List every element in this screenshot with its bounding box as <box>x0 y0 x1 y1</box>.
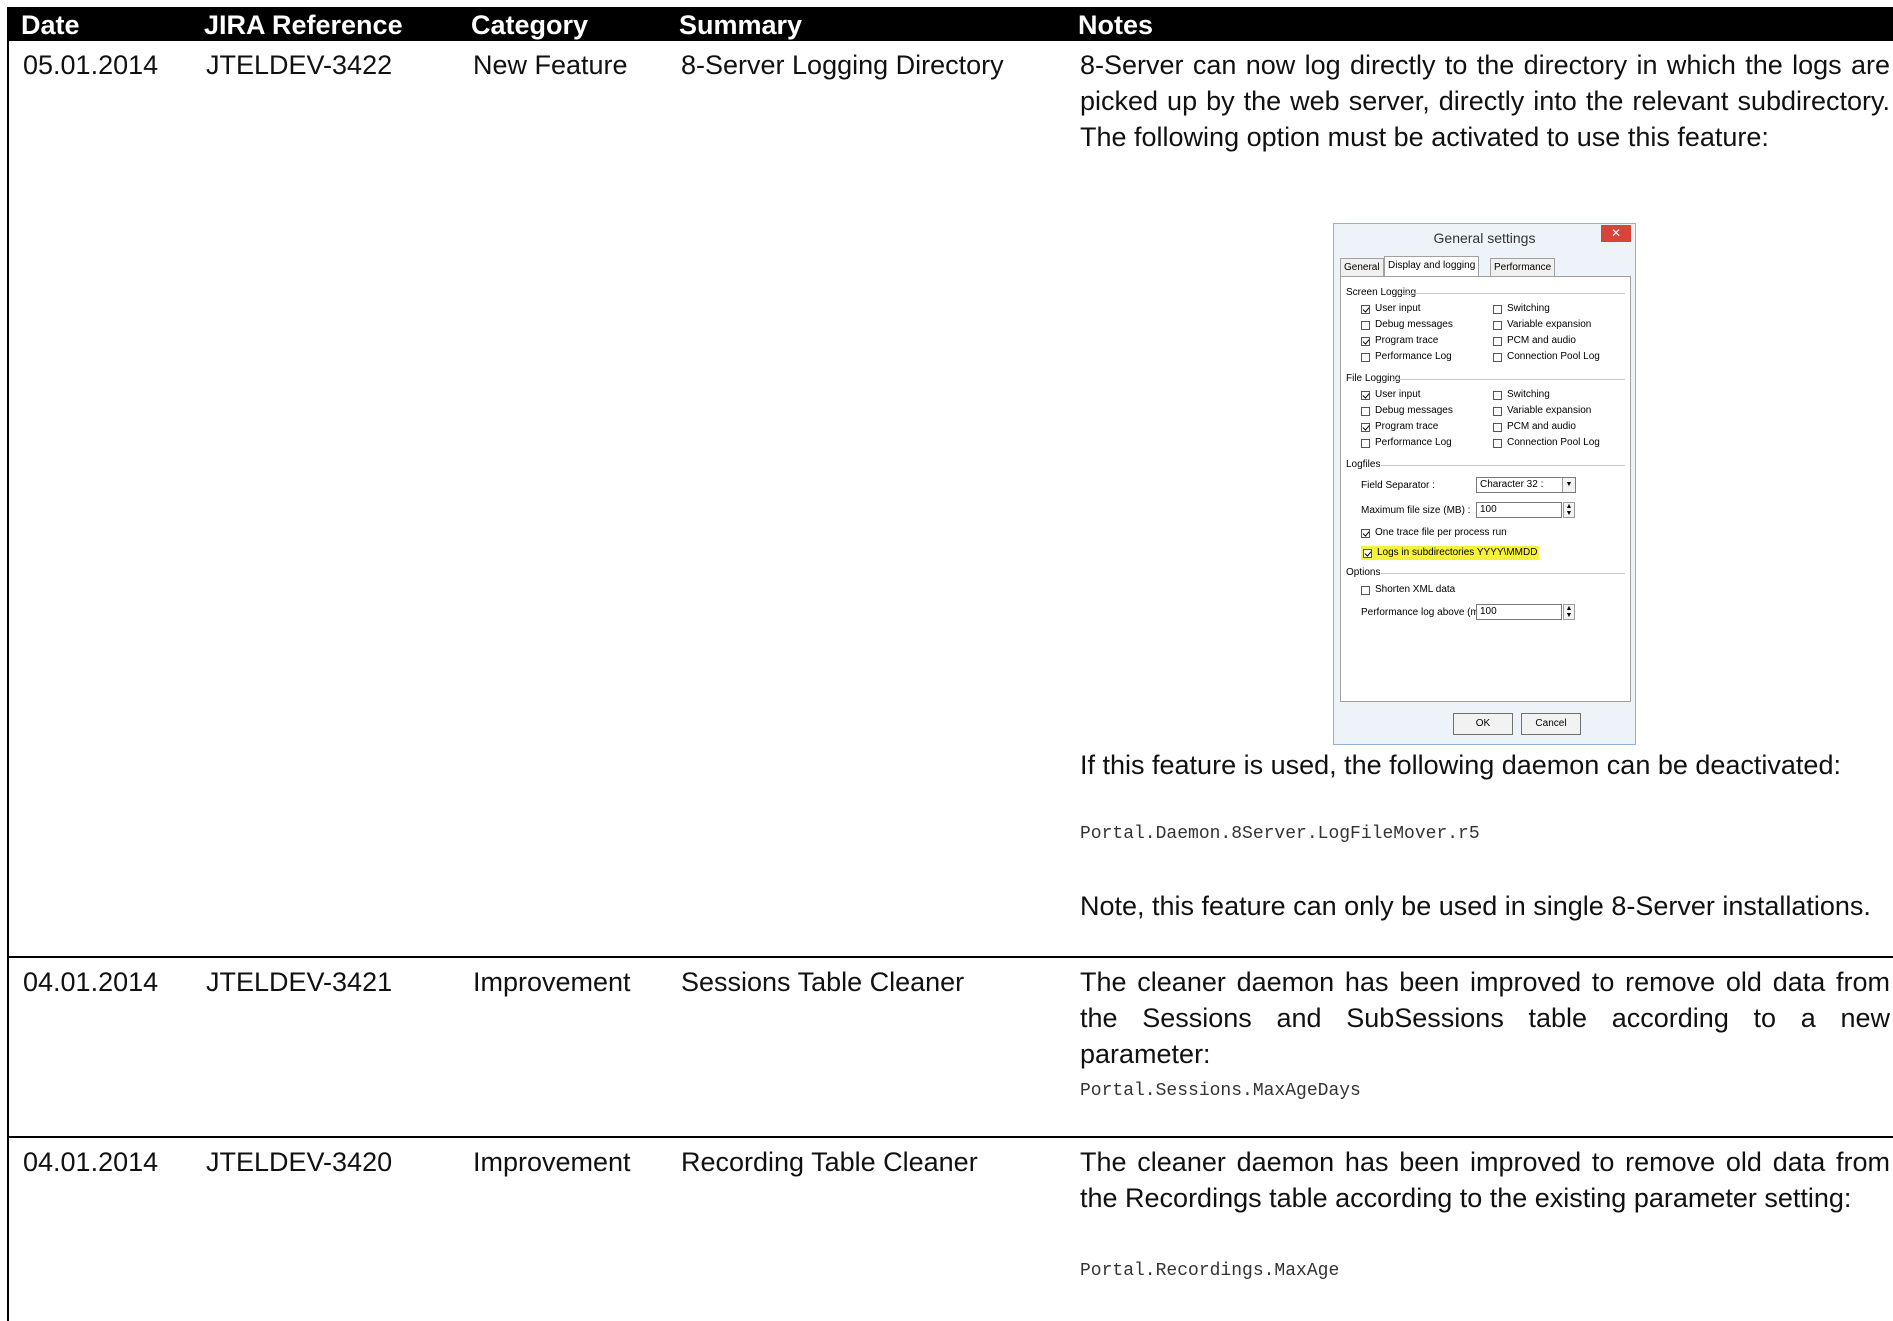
checkbox-checked-icon <box>1361 528 1370 538</box>
checkbox-empty-icon <box>1493 336 1502 346</box>
row-category: Improvement <box>473 1147 631 1177</box>
checkbox-shorten-xml: Shorten XML data <box>1361 584 1455 596</box>
field-separator-select: Character 32 : ▼ <box>1476 477 1576 493</box>
row-category: Improvement <box>473 967 631 997</box>
checkbox-screen-performance-log: Performance Log <box>1361 351 1452 363</box>
header-category: Category <box>471 10 589 40</box>
table-row: 04.01.2014 JTELDEV-3420 Improvement Reco… <box>7 1136 1893 1321</box>
notes-final: Note, this feature can only be used in s… <box>1080 891 1871 921</box>
table-row: 04.01.2014 JTELDEV-3421 Improvement Sess… <box>7 956 1893 1136</box>
checkbox-screen-program-trace: Program trace <box>1361 335 1438 347</box>
checkbox-checked-icon <box>1361 422 1370 432</box>
row-notes: The cleaner daemon has been improved to … <box>1080 964 1890 1072</box>
table-header: Date JIRA Reference Category Summary Not… <box>7 7 1893 41</box>
checkbox-screen-variable-expansion: Variable expansion <box>1493 319 1591 331</box>
notes-code: Portal.Daemon.8Server.LogFileMover.r5 <box>1080 824 1480 844</box>
spinner-icon: ▲ ▼ <box>1563 502 1575 518</box>
perf-log-above-label: Performance log above (ms) : <box>1361 607 1493 618</box>
header-jira-reference: JIRA Reference <box>204 10 403 40</box>
checkbox-empty-icon <box>1361 585 1370 595</box>
cancel-button: Cancel <box>1521 713 1581 735</box>
row-notes: 8-Server can now log directly to the dir… <box>1080 47 1890 155</box>
notes-code: Portal.Sessions.MaxAgeDays <box>1080 1081 1361 1101</box>
row-jira-reference: JTELDEV-3422 <box>206 50 393 80</box>
field-separator-label: Field Separator : <box>1361 480 1435 491</box>
row-summary: 8-Server Logging Directory <box>681 50 1004 80</box>
checkbox-checked-icon <box>1361 336 1370 346</box>
row-date: 04.01.2014 <box>23 1147 159 1177</box>
group-divider <box>1401 293 1625 294</box>
group-label-options: Options <box>1346 567 1381 578</box>
header-notes: Notes <box>1078 10 1154 40</box>
checkbox-empty-icon <box>1493 304 1502 314</box>
max-file-size-input: 100 <box>1476 502 1562 518</box>
dialog-title: General settings <box>1433 230 1536 246</box>
highlighted-option-label: Logs in subdirectories YYYY\MMDD <box>1377 547 1538 558</box>
group-divider <box>1381 465 1625 466</box>
notes-text: The cleaner daemon has been improved to … <box>1080 967 1890 1069</box>
checkbox-screen-switching: Switching <box>1493 303 1550 315</box>
spinner-icon: ▲ ▼ <box>1563 604 1575 620</box>
row-date: 05.01.2014 <box>23 50 159 80</box>
checkbox-screen-user-input: User input <box>1361 303 1421 315</box>
row-notes: The cleaner daemon has been improved to … <box>1080 1144 1890 1216</box>
checkbox-checked-icon <box>1361 304 1370 314</box>
row-summary: Sessions Table Cleaner <box>681 967 965 997</box>
checkbox-empty-icon <box>1361 320 1370 330</box>
checkbox-empty-icon <box>1493 422 1502 432</box>
release-notes-table: Date JIRA Reference Category Summary Not… <box>7 7 1893 1321</box>
row-jira-reference: JTELDEV-3420 <box>206 1147 393 1177</box>
checkbox-file-connection-pool-log: Connection Pool Log <box>1493 437 1600 449</box>
checkbox-logs-in-subdirectories: Logs in subdirectories YYYY\MMDD <box>1361 546 1540 560</box>
checkbox-screen-connection-pool-log: Connection Pool Log <box>1493 351 1600 363</box>
checkbox-empty-icon <box>1493 390 1502 400</box>
row-jira-reference: JTELDEV-3421 <box>206 967 393 997</box>
row-category: New Feature <box>473 50 628 80</box>
checkbox-file-debug-messages: Debug messages <box>1361 405 1453 417</box>
checkbox-file-program-trace: Program trace <box>1361 421 1438 433</box>
checkbox-checked-icon <box>1361 390 1370 400</box>
release-notes-page: Date JIRA Reference Category Summary Not… <box>7 7 1893 1321</box>
group-divider <box>1381 573 1625 574</box>
table-row: 05.01.2014 JTELDEV-3422 New Feature 8-Se… <box>7 41 1893 956</box>
group-label-logfiles: Logfiles <box>1346 459 1381 470</box>
checkbox-file-pcm-audio: PCM and audio <box>1493 421 1576 433</box>
checkbox-empty-icon <box>1493 406 1502 416</box>
checkbox-empty-icon <box>1361 438 1370 448</box>
notes-after-image: If this feature is used, the following d… <box>1080 750 1841 780</box>
checkbox-file-variable-expansion: Variable expansion <box>1493 405 1591 417</box>
header-summary: Summary <box>679 10 803 40</box>
checkbox-file-performance-log: Performance Log <box>1361 437 1452 449</box>
notes-code: Portal.Recordings.MaxAge <box>1080 1261 1340 1281</box>
checkbox-checked-icon <box>1363 548 1372 558</box>
tab-performance: Performance <box>1490 258 1556 276</box>
notes-intro: 8-Server can now log directly to the dir… <box>1080 50 1890 152</box>
notes-text: The cleaner daemon has been improved to … <box>1080 1147 1890 1213</box>
checkbox-screen-pcm-audio: PCM and audio <box>1493 335 1576 347</box>
checkbox-empty-icon <box>1361 406 1370 416</box>
header-date: Date <box>21 10 80 40</box>
checkbox-empty-icon <box>1493 320 1502 330</box>
close-icon: ✕ <box>1601 225 1631 242</box>
checkbox-empty-icon <box>1493 352 1502 362</box>
checkbox-empty-icon <box>1361 352 1370 362</box>
row-date: 04.01.2014 <box>23 967 159 997</box>
max-file-size-label: Maximum file size (MB) : <box>1361 505 1471 516</box>
chevron-down-icon: ▼ <box>1562 478 1575 492</box>
checkbox-file-user-input: User input <box>1361 389 1421 401</box>
dialog-panel: Screen Logging User input Debug messages… <box>1340 276 1631 702</box>
ok-button: OK <box>1453 713 1513 735</box>
perf-log-above-input: 100 <box>1476 604 1562 620</box>
checkbox-one-trace-file: One trace file per process run <box>1361 527 1507 539</box>
tab-general: General <box>1340 258 1384 276</box>
tab-display-and-logging: Display and logging <box>1384 256 1480 276</box>
checkbox-screen-debug-messages: Debug messages <box>1361 319 1453 331</box>
general-settings-dialog-image: General settings ✕ General Display and l… <box>1333 223 1636 745</box>
row-summary: Recording Table Cleaner <box>681 1147 978 1177</box>
group-divider <box>1393 379 1625 380</box>
checkbox-file-switching: Switching <box>1493 389 1550 401</box>
checkbox-empty-icon <box>1493 438 1502 448</box>
